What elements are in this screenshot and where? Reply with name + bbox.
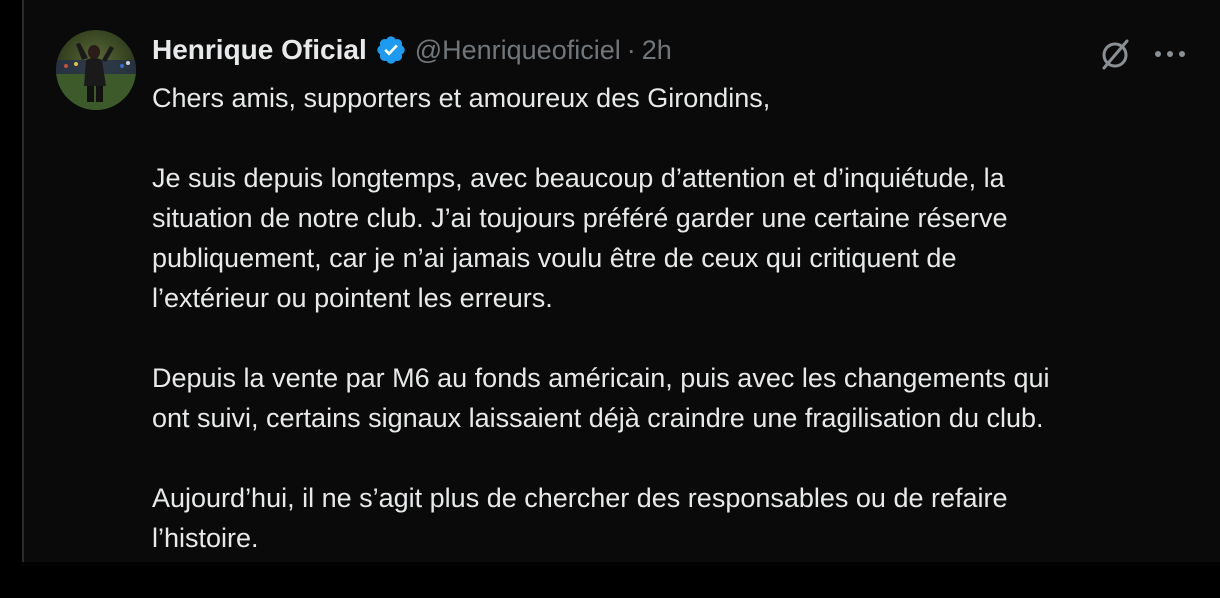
app-frame: Henrique Oficial @Henriqueoficiel · 2h C… [0, 0, 1220, 562]
grok-button[interactable] [1096, 34, 1136, 74]
header-separator: · [626, 34, 636, 65]
tweet-text: Chers amis, supporters et amoureux des G… [152, 78, 1202, 598]
tweet-header: Henrique Oficial @Henriqueoficiel · 2h [152, 30, 672, 70]
tweet-text-line: Je suis depuis longtemps, avec beaucoup … [152, 163, 1005, 193]
tweet-text-line: Aujourd’hui, il ne s’agit plus de cherch… [152, 483, 1008, 513]
tweet-text-line: Depuis la vente par M6 au fonds américai… [152, 363, 1050, 393]
tweet-text-line: situation de notre club. J’ai toujours p… [152, 203, 1008, 233]
avatar[interactable] [56, 30, 136, 110]
tweet-text-line: ont suivi, certains signaux laissaient d… [152, 403, 1044, 433]
avatar-image [56, 30, 136, 110]
tweet-paragraph: Chers amis, supporters et amoureux des G… [152, 78, 1202, 118]
tweet-paragraph: Depuis la vente par M6 au fonds américai… [152, 358, 1202, 438]
tweet-text-line: l’histoire. [152, 523, 259, 553]
tweet-timestamp[interactable]: 2h [642, 35, 672, 66]
tweet-paragraph: Aujourd’hui, il ne s’agit plus de cherch… [152, 478, 1202, 558]
more-dots-icon [1155, 51, 1185, 57]
tweet-text-line: l’extérieur ou pointent les erreurs. [152, 283, 553, 313]
more-options-button[interactable] [1150, 34, 1190, 74]
verified-badge-icon[interactable] [375, 34, 407, 66]
grok-slash-icon [1102, 39, 1129, 70]
tweet-paragraph: Je suis depuis longtemps, avec beaucoup … [152, 158, 1202, 318]
author-handle[interactable]: @Henriqueoficiel [415, 35, 621, 66]
author-display-name[interactable]: Henrique Oficial [152, 34, 367, 66]
tweet-text-line: Chers amis, supporters et amoureux des G… [152, 83, 771, 113]
tweet-text-line: publiquement, car je n’ai jamais voulu ê… [152, 243, 957, 273]
